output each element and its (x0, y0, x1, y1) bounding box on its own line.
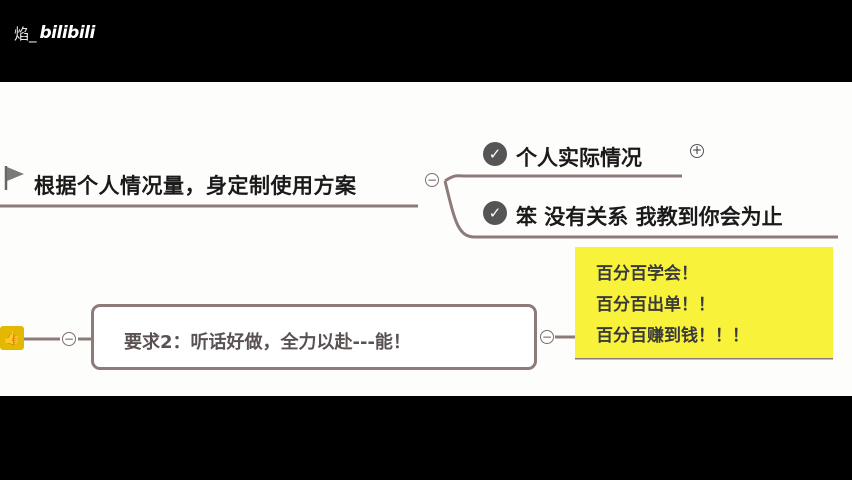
callout-line-2: 百分百出单！！ (596, 295, 715, 315)
bilibili-logo: bilibili (39, 23, 96, 43)
requirement-topic-label[interactable]: 要求2：听话好做，全力以赴---能！ (124, 328, 411, 354)
check-circle-icon: ✓ (483, 201, 507, 225)
callout-box[interactable]: 百分百学会！ 百分百出单！！ 百分百赚到钱！！！ (575, 247, 833, 358)
root-topic-label[interactable]: 根据个人情况量，身定制使用方案 (34, 170, 357, 200)
collapse-root-button[interactable]: − (425, 173, 439, 187)
flag-icon (4, 166, 24, 190)
mindmap-canvas: 根据个人情况量，身定制使用方案 − ✓ 个人实际情况 + ✓ 笨 没有关系 我教… (0, 82, 852, 396)
child-topic-2-label[interactable]: 笨 没有关系 我教到你会为止 (516, 201, 783, 231)
watermark-user: 焰_ (14, 24, 37, 43)
check-circle-icon: ✓ (483, 142, 507, 166)
collapse-requirement-button[interactable]: − (62, 332, 76, 346)
child-topic-1-label[interactable]: 个人实际情况 (516, 142, 642, 172)
bilibili-watermark: 焰_ bilibili (14, 20, 95, 46)
callout-line-3: 百分百赚到钱！！！ (596, 326, 749, 346)
branch-line-1 (444, 174, 682, 183)
callout-line-1: 百分百学会！ (596, 264, 698, 284)
thumbs-up-icon: 👍 (0, 326, 24, 350)
collapse-callout-button[interactable]: − (540, 330, 554, 344)
expand-child-1-button[interactable]: + (690, 144, 704, 158)
